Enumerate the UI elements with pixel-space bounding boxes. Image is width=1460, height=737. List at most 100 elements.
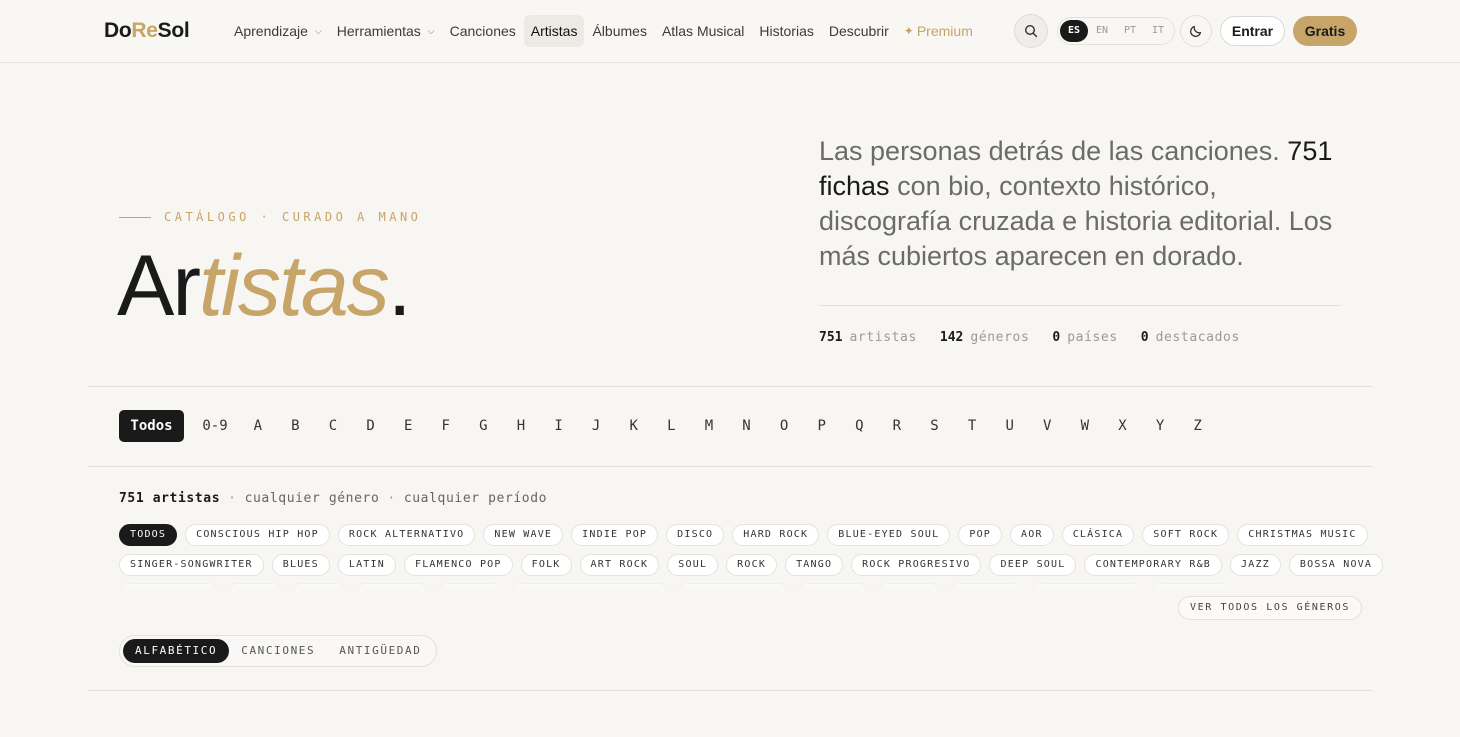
divider [88, 386, 1373, 387]
letter-a[interactable]: A [239, 410, 277, 442]
letter-0-9[interactable]: 0-9 [191, 410, 239, 442]
stat-value: 142 [939, 330, 964, 345]
genre-chip[interactable]: ROCK ALTERNATIVO [337, 524, 476, 546]
nav-atlas-musical[interactable]: Atlas Musical [655, 15, 751, 47]
genre-chip[interactable]: POP [958, 524, 1003, 546]
genre-chip[interactable]: LATIN [337, 554, 396, 576]
letter-x[interactable]: X [1104, 410, 1142, 442]
sort-songs[interactable]: CANCIONES [229, 639, 327, 663]
genre-chip[interactable]: ROCK PROGRESIVO [851, 554, 982, 576]
genre-chip[interactable]: SINGER-SONGWRITER [119, 554, 264, 576]
letter-r[interactable]: R [878, 410, 916, 442]
lang-pt[interactable]: PT [1116, 20, 1144, 42]
search-button[interactable] [1014, 14, 1048, 48]
letter-f[interactable]: F [427, 410, 465, 442]
genre-chip[interactable]: ROCK [726, 554, 778, 576]
genre-chip[interactable]: ART ROCK [579, 554, 660, 576]
letter-u[interactable]: U [991, 410, 1029, 442]
genre-chip[interactable]: NEW WAVE [483, 524, 564, 546]
signup-free-button[interactable]: Gratis [1293, 16, 1357, 46]
logo[interactable]: DoReSol [104, 19, 190, 43]
stat-genres: 142 géneros [940, 330, 1029, 345]
nav-herramientas[interactable]: Herramientas ⌵ [330, 15, 442, 47]
genre-chip[interactable]: INDIE POP [571, 524, 659, 546]
alphabet-filter: Todos 0-9 ABCDEFGHIJKLMNOPQRSTUVWXYZ [119, 410, 1216, 442]
see-all-genres-button[interactable]: VER TODOS LOS GÉNEROS [1178, 596, 1363, 620]
genre-chip[interactable]: SOUL [667, 554, 719, 576]
search-icon [1024, 24, 1038, 38]
eyebrow-text: CATÁLOGO · CURADO A MANO [164, 210, 422, 224]
letter-s[interactable]: S [916, 410, 954, 442]
nav-descubrir[interactable]: Descubrir [822, 15, 896, 47]
letter-d[interactable]: D [352, 410, 390, 442]
letter-h[interactable]: H [502, 410, 540, 442]
nav-label: Herramientas [336, 23, 421, 39]
logo-part-2: Re [131, 19, 158, 42]
genre-chip[interactable]: CLÁSICA [1061, 524, 1135, 546]
letter-y[interactable]: Y [1141, 410, 1179, 442]
stat-label: países [1067, 330, 1118, 345]
letter-z[interactable]: Z [1179, 410, 1217, 442]
stat-featured: 0 destacados [1141, 330, 1240, 345]
letter-t[interactable]: T [953, 410, 991, 442]
chevron-down-icon: ⌵ [314, 26, 322, 36]
nav-aprendizaje[interactable]: Aprendizaje ⌵ [227, 15, 329, 47]
letter-q[interactable]: Q [841, 410, 879, 442]
nav-historias[interactable]: Historias [752, 15, 820, 47]
genre-chip[interactable]: HARD ROCK [732, 524, 820, 546]
genre-chip[interactable]: TANGO [785, 554, 844, 576]
genre-chip[interactable]: BLUES [271, 554, 330, 576]
letter-i[interactable]: I [540, 410, 578, 442]
letter-l[interactable]: L [653, 410, 691, 442]
genre-chip[interactable]: FOLK [520, 554, 572, 576]
theme-toggle-button[interactable] [1180, 15, 1212, 47]
eyebrow: CATÁLOGO · CURADO A MANO [119, 210, 421, 224]
nav-albumes[interactable]: Álbumes [585, 15, 653, 47]
letter-j[interactable]: J [577, 410, 615, 442]
lang-it[interactable]: IT [1144, 20, 1172, 42]
divider [88, 466, 1373, 467]
letter-g[interactable]: G [465, 410, 503, 442]
sort-switcher: ALFABÉTICO CANCIONES ANTIGÜEDAD [119, 635, 438, 667]
genre-chip[interactable]: SOFT ROCK [1142, 524, 1230, 546]
sort-age[interactable]: ANTIGÜEDAD [327, 639, 433, 663]
genre-chip[interactable]: CHRISTMAS MUSIC [1237, 524, 1368, 546]
letter-w[interactable]: W [1066, 410, 1104, 442]
genre-chip[interactable]: JAZZ [1230, 554, 1281, 576]
intro-pre: Las personas detrás de las canciones. [819, 136, 1280, 166]
login-button[interactable]: Entrar [1220, 16, 1285, 46]
title-plain: Ar [117, 238, 201, 334]
nav-premium[interactable]: ✦ Premium [897, 15, 980, 47]
letter-b[interactable]: B [277, 410, 315, 442]
fade-overlay [110, 586, 1360, 598]
letter-e[interactable]: E [389, 410, 427, 442]
letter-c[interactable]: C [314, 410, 352, 442]
letter-p[interactable]: P [803, 410, 841, 442]
nav-artistas[interactable]: Artistas [523, 15, 585, 47]
genre-chip[interactable]: TODOS [119, 524, 178, 546]
genre-chip[interactable]: BOSSA NOVA [1288, 554, 1384, 576]
separator: · [228, 491, 237, 506]
lang-en[interactable]: EN [1088, 20, 1116, 42]
filter-summary: 751 artistas · cualquier género · cualquier … [119, 491, 547, 506]
genre-chip[interactable]: DEEP SOUL [989, 554, 1077, 576]
sort-alphabetical[interactable]: ALFABÉTICO [123, 639, 230, 663]
genre-chip[interactable]: CONSCIOUS HIP HOP [185, 524, 330, 546]
stat-value: 0 [1052, 330, 1061, 345]
summary-genre: cualquier género [244, 491, 380, 506]
genre-chip[interactable]: AOR [1010, 524, 1054, 546]
genre-chip[interactable]: DISCO [666, 524, 725, 546]
genre-chip[interactable]: BLUE-EYED SOUL [827, 524, 951, 546]
letter-m[interactable]: M [690, 410, 728, 442]
letter-o[interactable]: O [765, 410, 803, 442]
genre-chip[interactable]: FLAMENCO POP [403, 554, 513, 576]
letter-v[interactable]: V [1028, 410, 1066, 442]
top-header: DoReSol Aprendizaje ⌵ Herramientas ⌵ Canci… [0, 0, 1460, 63]
nav-canciones[interactable]: Canciones [443, 15, 523, 47]
letter-k[interactable]: K [615, 410, 653, 442]
stat-label: artistas [849, 330, 917, 345]
letter-all[interactable]: Todos [119, 410, 184, 442]
lang-es[interactable]: ES [1060, 20, 1088, 42]
genre-chip[interactable]: CONTEMPORARY R&B [1084, 554, 1223, 576]
letter-n[interactable]: N [728, 410, 766, 442]
